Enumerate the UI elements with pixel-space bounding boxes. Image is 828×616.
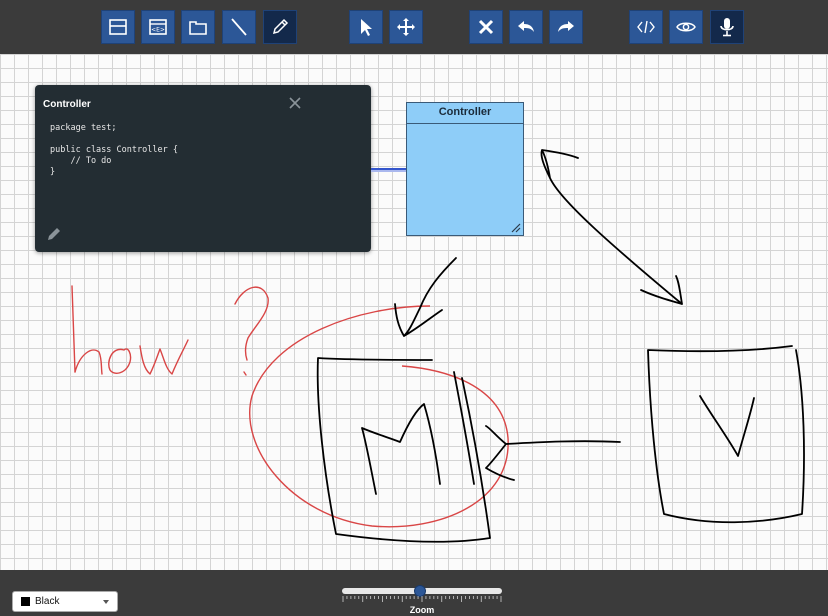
sketch-arrow-to-model-from-view (485, 425, 621, 481)
sketch-view-box (647, 345, 805, 524)
delete-icon (478, 19, 494, 35)
new-interface-button[interactable]: <E> (141, 10, 175, 44)
sketch-arrow-to-model (394, 257, 457, 337)
undo-icon (518, 21, 534, 32)
pencil-icon (272, 18, 289, 35)
pen-color-value: Black (35, 596, 60, 607)
sketch-view-letter (699, 395, 755, 457)
handwritten-how-text (71, 285, 269, 376)
drawing-canvas[interactable]: Controller package test; public class Co… (0, 54, 828, 570)
color-swatch (21, 597, 30, 606)
line-tool-button[interactable] (222, 10, 256, 44)
new-class-button[interactable] (101, 10, 135, 44)
black-sketches (316, 149, 805, 543)
pencil-tool-button[interactable] (263, 10, 297, 44)
panel-connector (371, 168, 406, 172)
code-view-button[interactable] (629, 10, 663, 44)
eye-icon (676, 22, 696, 32)
select-tool-button[interactable] (349, 10, 383, 44)
svg-text:<E>: <E> (151, 27, 165, 34)
chevron-down-icon (103, 600, 109, 604)
interface-icon: <E> (149, 19, 167, 35)
sketch-layer (71, 149, 805, 543)
redo-button[interactable] (549, 10, 583, 44)
zoom-label: Zoom (409, 605, 435, 615)
zoom-slider[interactable] (342, 585, 502, 597)
new-package-button[interactable] (181, 10, 215, 44)
toolbar: <E> (0, 0, 828, 54)
sketch-double-arrow (540, 149, 683, 305)
voice-input-button[interactable] (710, 10, 744, 44)
line-icon (231, 18, 247, 36)
code-icon (637, 20, 655, 34)
pen-color-select[interactable]: Black (12, 591, 118, 612)
sketch-model-box (316, 357, 491, 543)
sketch-model-letter (361, 403, 441, 495)
undo-button[interactable] (509, 10, 543, 44)
class-icon (109, 19, 127, 35)
pointer-icon (361, 19, 372, 36)
preview-button[interactable] (669, 10, 703, 44)
bottom-bar: Black Zoom (0, 570, 828, 616)
zoom-ticks (342, 596, 502, 602)
package-icon (189, 21, 207, 35)
delete-button[interactable] (469, 10, 503, 44)
microphone-icon (720, 18, 734, 37)
move-icon (397, 18, 415, 36)
redo-icon (558, 21, 574, 32)
move-tool-button[interactable] (389, 10, 423, 44)
